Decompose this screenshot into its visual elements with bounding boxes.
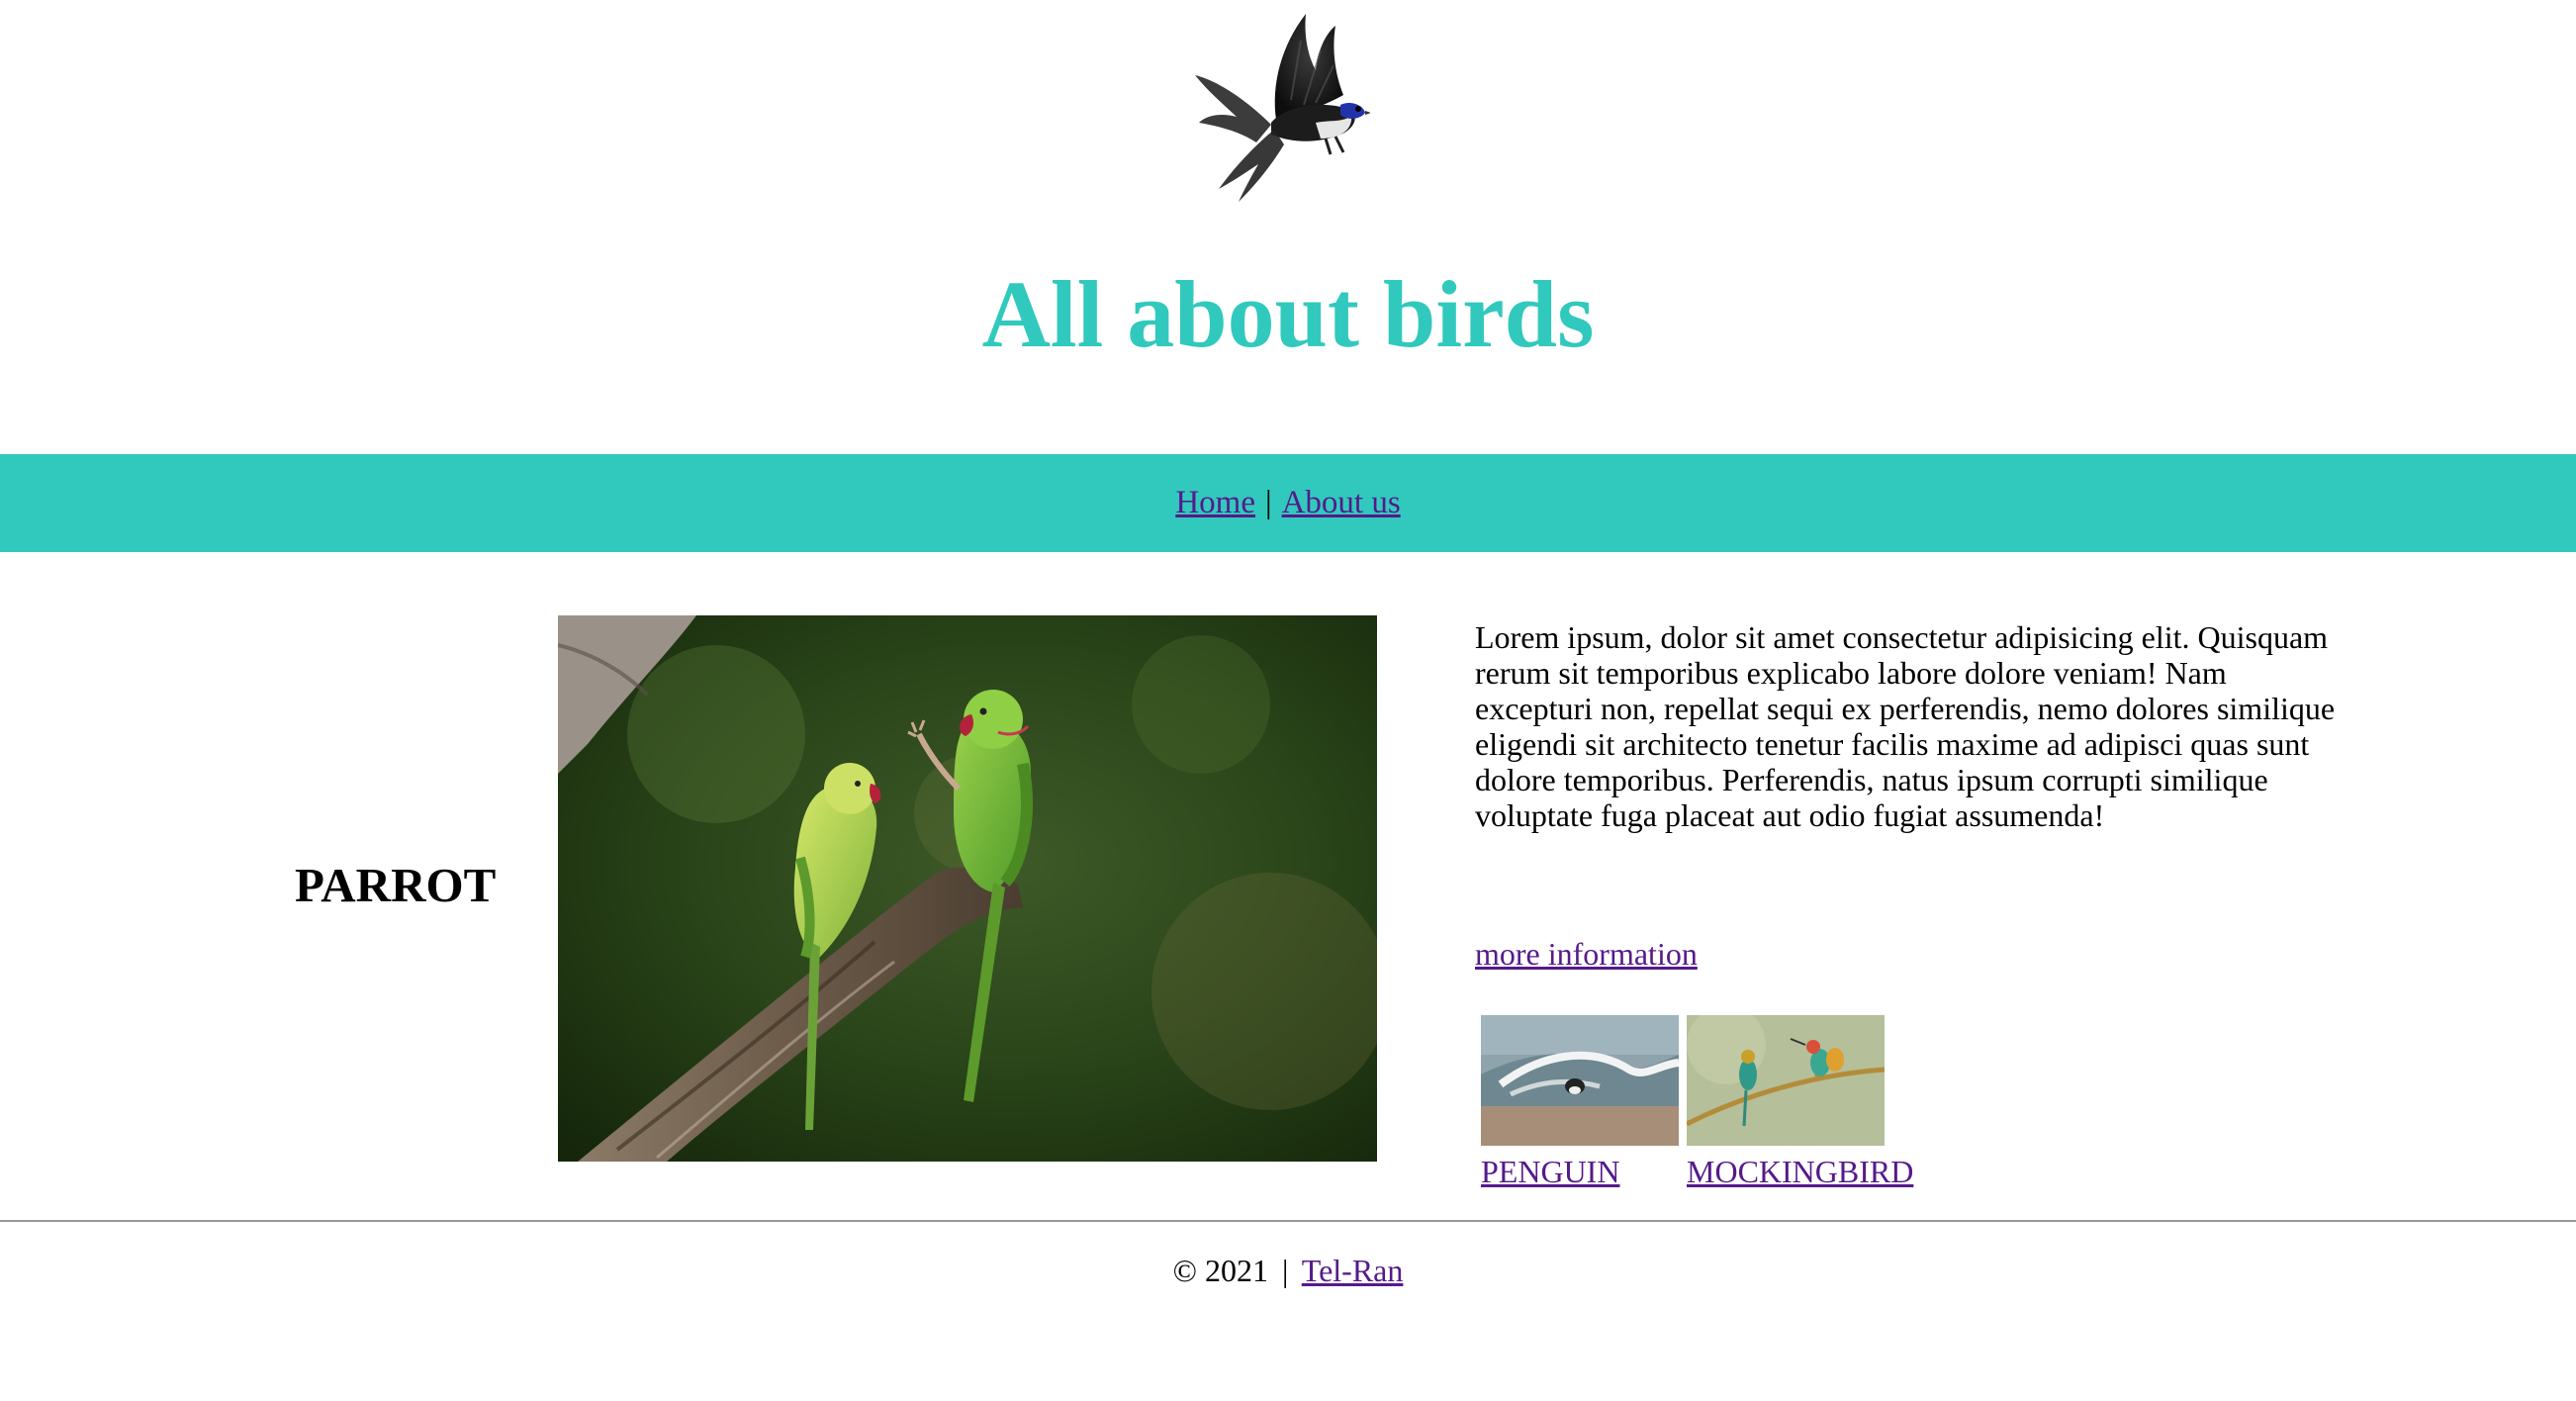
flying-bird-icon — [1177, 6, 1371, 204]
related-bird-card-penguin: PENGUIN — [1481, 1015, 1679, 1190]
nav-bar: Home | About us — [0, 454, 2576, 552]
mockingbird-link[interactable]: MOCKINGBIRD — [1687, 1154, 1913, 1190]
more-information-link[interactable]: more information — [1475, 936, 1698, 973]
nav-about-us-link[interactable]: About us — [1282, 485, 1401, 521]
nav-home-link[interactable]: Home — [1175, 485, 1255, 521]
parrot-photo — [558, 615, 1377, 1162]
penguin-thumbnail[interactable] — [1481, 1015, 1679, 1146]
footer: © 2021 | Tel-Ran — [0, 1253, 2576, 1289]
mockingbird-thumbnail[interactable] — [1687, 1015, 1885, 1146]
penguin-link[interactable]: PENGUIN — [1481, 1154, 1679, 1190]
bird-name-heading: PARROT — [295, 858, 497, 912]
page-title: All about birds — [981, 261, 1595, 367]
tel-ran-link[interactable]: Tel-Ran — [1302, 1253, 1404, 1288]
nav-separator: | — [1264, 485, 1272, 520]
bird-description: Lorem ipsum, dolor sit amet consectetur … — [1475, 619, 2336, 833]
copyright-text: © 2021 — [1172, 1253, 1268, 1288]
footer-divider — [0, 1220, 2576, 1222]
related-bird-card-mockingbird: MOCKINGBIRD — [1687, 1015, 1913, 1190]
footer-separator: | — [1281, 1253, 1289, 1288]
page: All about birds Home | About us PARROT L… — [0, 0, 2576, 1401]
